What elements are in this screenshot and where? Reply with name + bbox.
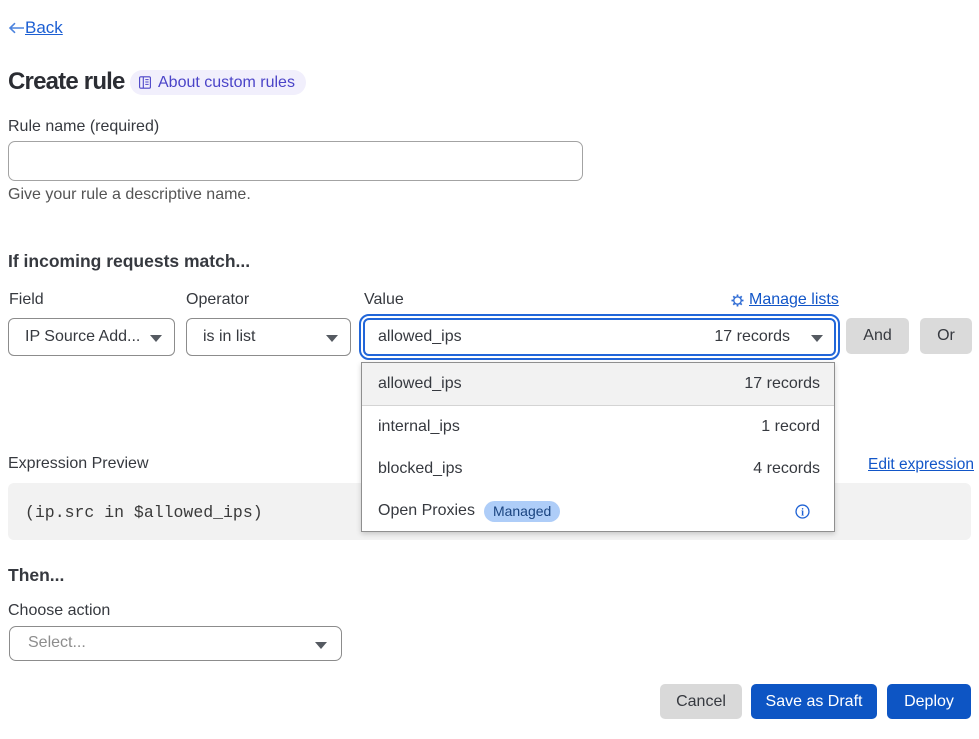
svg-text:i: i [801, 507, 804, 518]
